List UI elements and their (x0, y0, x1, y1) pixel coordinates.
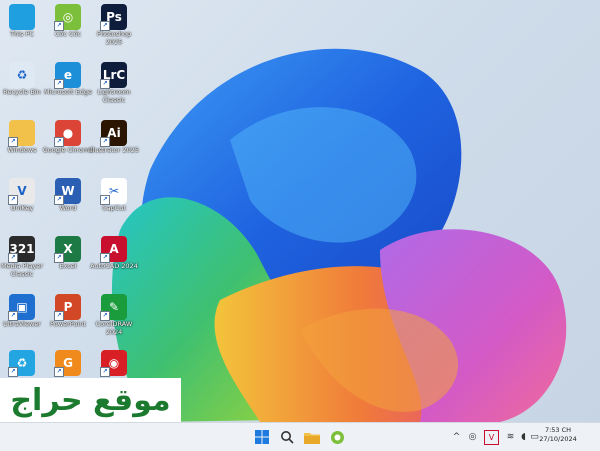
desktop-icon-c-c-c-c[interactable]: ◎ ↗ Cốc Cốc (42, 2, 94, 58)
desktop-icon-label: CorelDRAW 2024 (95, 320, 133, 336)
coccoc-taskbar-icon[interactable] (328, 428, 346, 446)
shortcut-arrow-icon: ↗ (8, 253, 18, 263)
foxit-icon: G ↗ (54, 350, 81, 377)
clock[interactable]: 7:53 CH 27/10/2024 (534, 426, 582, 444)
unikey-icon: V ↗ (8, 178, 35, 205)
shortcut-arrow-icon: ↗ (100, 311, 110, 321)
shortcut-arrow-icon: ↗ (8, 137, 18, 147)
clock-date: 27/10/2024 (539, 435, 577, 443)
desktop-icon-label: Cốc Cốc (54, 30, 82, 38)
desktop-icon-label: Lightroom Classic (97, 88, 131, 104)
desktop-icon-autocad-2024[interactable]: A ↗ AutoCAD 2024 (88, 234, 140, 290)
network-app-icon[interactable]: ◎ (466, 430, 479, 443)
shortcut-arrow-icon: ↗ (54, 137, 64, 147)
desktop-icon-excel[interactable]: X ↗ Excel (42, 234, 94, 290)
shortcut-arrow-icon: ↗ (100, 79, 110, 89)
shortcut-arrow-icon: ↗ (8, 195, 18, 205)
capcut-icon: ✂ ↗ (100, 178, 127, 205)
watermark-text: موقع حراج (10, 382, 171, 418)
desktop[interactable]: This PC ♻ Recycle Bin ↗ Windows V ↗ UniKey 321 ↗ M… (0, 0, 600, 422)
desktop-icon-microsoft-edge[interactable]: e ↗ Microsoft Edge (42, 60, 94, 116)
desktop-icon-photoshop-2025[interactable]: Ps ↗ Photoshop 2025 (88, 2, 140, 58)
desktop-icon-label: Photoshop 2025 (96, 30, 132, 46)
shortcut-arrow-icon: ↗ (54, 79, 64, 89)
desktop-icon-powerpoint[interactable]: P ↗ PowerPoint (42, 292, 94, 348)
desktop-icon-label: Windows (7, 146, 37, 154)
recycle-bin-icon: ♻ (9, 62, 35, 88)
desktop-icon-label: Recycle Bin (3, 88, 41, 96)
chevron-up-icon[interactable]: ^ (450, 430, 463, 443)
desktop-icon-this-pc[interactable]: This PC (0, 2, 48, 58)
desktop-icon-media-player-classic[interactable]: 321 ↗ Media Player Classic (0, 234, 48, 290)
eye-app-icon: ◉ ↗ (100, 350, 127, 377)
desktop-icon-label: Illustrator 2025 (88, 146, 140, 154)
desktop-icon-label: Excel (59, 262, 77, 270)
illustrator-icon: Ai ↗ (100, 120, 127, 147)
desktop-icon-label: Google Chrome (42, 146, 94, 154)
recycle-icon: ♻ ↗ (8, 350, 35, 377)
desktop-icon-label: This PC (10, 30, 34, 38)
taskbar: ^ ◎ V ≋ ◖ ▭ 7:53 CH 27/10/2024 (0, 422, 600, 451)
coccoc-icon: ◎ ↗ (54, 4, 81, 31)
folder-icon: ↗ (8, 120, 35, 147)
desktop-icon-illustrator-2025[interactable]: Ai ↗ Illustrator 2025 (88, 118, 140, 174)
shortcut-arrow-icon: ↗ (100, 253, 110, 263)
desktop-icon-label: AutoCAD 2024 (90, 262, 138, 270)
desktop-icon-coreldraw-2024[interactable]: ✎ ↗ CorelDRAW 2024 (88, 292, 140, 348)
photoshop-icon: Ps ↗ (100, 4, 127, 31)
shortcut-arrow-icon: ↗ (8, 311, 18, 321)
shortcut-arrow-icon: ↗ (54, 195, 64, 205)
desktop-icon-ultraviewer[interactable]: ▣ ↗ UltraViewer (0, 292, 48, 348)
clock-time: 7:53 CH (544, 426, 572, 434)
desktop-icon-windows[interactable]: ↗ Windows (0, 118, 48, 174)
chrome-icon: ● ↗ (54, 120, 81, 147)
unikey-tray-icon[interactable]: V (484, 430, 499, 445)
shortcut-arrow-icon: ↗ (100, 367, 110, 377)
watermark: موقع حراج (0, 378, 181, 422)
wifi-icon[interactable]: ≋ (504, 430, 517, 443)
search-icon[interactable] (278, 428, 296, 446)
shortcut-arrow-icon: ↗ (54, 367, 64, 377)
lightroom-icon: LrC ↗ (100, 62, 127, 89)
media-player-icon: 321 ↗ (8, 236, 35, 263)
shortcut-arrow-icon: ↗ (100, 21, 110, 31)
edge-icon: e ↗ (54, 62, 81, 89)
autocad-icon: A ↗ (100, 236, 127, 263)
windows-start-icon[interactable] (253, 428, 271, 446)
shortcut-arrow-icon: ↗ (100, 195, 110, 205)
shortcut-arrow-icon: ↗ (54, 311, 64, 321)
shortcut-arrow-icon: ↗ (8, 367, 18, 377)
desktop-icon-unikey[interactable]: V ↗ UniKey (0, 176, 48, 232)
desktop-icon-capcut[interactable]: ✂ ↗ CapCut (88, 176, 140, 232)
desktop-icon-recycle-bin[interactable]: ♻ Recycle Bin (0, 60, 48, 116)
word-icon: W ↗ (54, 178, 81, 205)
desktop-icon-label: PowerPoint (50, 320, 86, 328)
desktop-icon-label: Microsoft Edge (43, 88, 92, 96)
desktop-icon-label: Word (59, 204, 77, 212)
shortcut-arrow-icon: ↗ (54, 21, 64, 31)
monitor-icon (9, 4, 35, 30)
ultraviewer-icon: ▣ ↗ (8, 294, 35, 321)
shortcut-arrow-icon: ↗ (100, 137, 110, 147)
desktop-icon-label: Media Player Classic (1, 262, 43, 278)
file-explorer-icon[interactable] (303, 428, 321, 446)
desktop-icon-label: UltraViewer (3, 320, 41, 328)
desktop-icon-google-chrome[interactable]: ● ↗ Google Chrome (42, 118, 94, 174)
excel-icon: X ↗ (54, 236, 81, 263)
coreldraw-icon: ✎ ↗ (100, 294, 127, 321)
desktop-icon-lightroom-classic[interactable]: LrC ↗ Lightroom Classic (88, 60, 140, 116)
desktop-icon-label: UniKey (10, 204, 34, 212)
powerpoint-icon: P ↗ (54, 294, 81, 321)
desktop-icon-word[interactable]: W ↗ Word (42, 176, 94, 232)
desktop-icon-label: CapCut (102, 204, 126, 212)
shortcut-arrow-icon: ↗ (54, 253, 64, 263)
